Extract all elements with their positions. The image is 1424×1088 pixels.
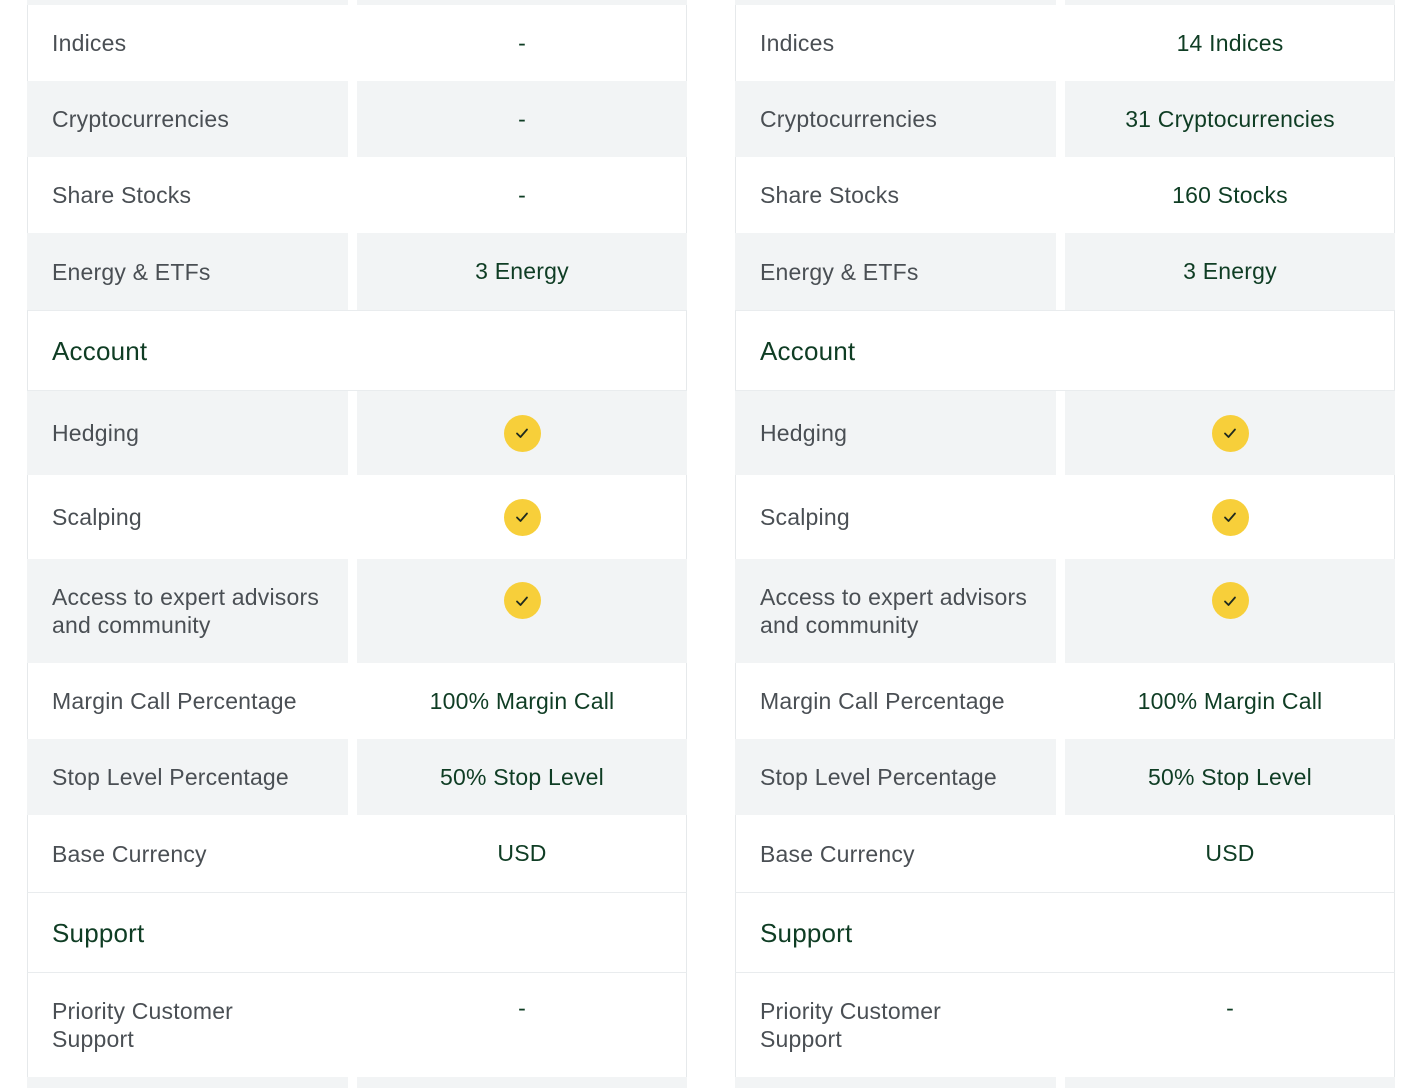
row-label: Access to expert advisors and community bbox=[735, 559, 1056, 663]
row-value bbox=[1065, 391, 1395, 475]
comparison-panel-left: Indices - Cryptocurrencies - Share Stock… bbox=[27, 0, 687, 1088]
row-share-stocks: Share Stocks - bbox=[27, 157, 687, 233]
section-header-support: Support bbox=[735, 892, 1395, 973]
row-value bbox=[1065, 1077, 1395, 1088]
row-cryptocurrencies: Cryptocurrencies 31 Cryptocurrencies bbox=[735, 81, 1395, 157]
row-label: Share Stocks bbox=[52, 182, 192, 208]
section-title: Account bbox=[760, 335, 856, 366]
comparison-panel-right: Indices 14 Indices Cryptocurrencies 31 C… bbox=[735, 0, 1395, 1088]
row-value: 160 Stocks bbox=[1172, 181, 1288, 208]
row-label bbox=[735, 1077, 1056, 1088]
row-value: 14 Indices bbox=[1176, 29, 1284, 56]
row-stop-level: Stop Level Percentage 50% Stop Level bbox=[27, 739, 687, 815]
row-value bbox=[357, 475, 687, 559]
row-label: Access to expert advisors and community bbox=[27, 559, 348, 663]
row-label: Stop Level Percentage bbox=[27, 739, 348, 815]
row-value: - bbox=[518, 29, 526, 56]
row-scalping: Scalping bbox=[27, 475, 687, 559]
row-hedging: Hedging bbox=[27, 391, 687, 475]
row-priority-support: Priority Customer Support - bbox=[735, 973, 1395, 1077]
row-value: 50% Stop Level bbox=[357, 739, 687, 815]
row-indices: Indices 14 Indices bbox=[735, 5, 1395, 81]
row-label: Indices bbox=[52, 30, 127, 56]
row-label: Energy & ETFs bbox=[27, 233, 348, 310]
row-value: USD bbox=[1205, 840, 1255, 866]
row-label bbox=[27, 1077, 348, 1088]
row-label: Priority Customer Support bbox=[52, 998, 234, 1052]
section-header-account: Account bbox=[27, 310, 687, 391]
row-scalping: Scalping bbox=[735, 475, 1395, 559]
row-label: Hedging bbox=[735, 391, 1056, 475]
row-label: Indices bbox=[760, 30, 835, 56]
row-value: - bbox=[518, 995, 526, 1021]
row-value: 100% Margin Call bbox=[429, 687, 615, 714]
row-value: 50% Stop Level bbox=[1065, 739, 1395, 815]
check-icon bbox=[1211, 498, 1249, 536]
row-label: Base Currency bbox=[52, 840, 207, 867]
row-value: - bbox=[518, 181, 526, 208]
row-margin-call: Margin Call Percentage 100% Margin Call bbox=[27, 663, 687, 739]
check-icon bbox=[1211, 582, 1249, 619]
section-header-support: Support bbox=[27, 892, 687, 973]
row-priority-support: Priority Customer Support - bbox=[27, 973, 687, 1077]
row-energy-etfs: Energy & ETFs 3 Energy bbox=[735, 233, 1395, 310]
check-icon bbox=[503, 498, 541, 536]
row-label: Margin Call Percentage bbox=[760, 688, 1005, 714]
row-share-stocks: Share Stocks 160 Stocks bbox=[735, 157, 1395, 233]
row-label: Energy & ETFs bbox=[735, 233, 1056, 310]
row-stop-level: Stop Level Percentage 50% Stop Level bbox=[735, 739, 1395, 815]
row-cryptocurrencies: Cryptocurrencies - bbox=[27, 81, 687, 157]
row-value bbox=[1065, 559, 1395, 663]
row-value: USD bbox=[497, 840, 547, 866]
row-base-currency: Base Currency USD bbox=[735, 815, 1395, 892]
row-label: Cryptocurrencies bbox=[27, 81, 348, 157]
row-hedging: Hedging bbox=[735, 391, 1395, 475]
row-label: Scalping bbox=[52, 504, 142, 530]
section-header-account: Account bbox=[735, 310, 1395, 391]
row-value bbox=[1065, 475, 1395, 559]
check-icon bbox=[503, 414, 541, 452]
row-value: - bbox=[1226, 995, 1234, 1021]
row-label: Base Currency bbox=[760, 840, 915, 867]
row-next-partial bbox=[735, 1077, 1395, 1088]
row-value bbox=[357, 559, 687, 663]
row-indices: Indices - bbox=[27, 5, 687, 81]
section-title: Support bbox=[52, 917, 145, 948]
row-label: Cryptocurrencies bbox=[735, 81, 1056, 157]
row-value bbox=[357, 1077, 687, 1088]
section-title: Account bbox=[52, 335, 148, 366]
row-label: Priority Customer Support bbox=[760, 998, 942, 1052]
row-expert-advisors: Access to expert advisors and community bbox=[735, 559, 1395, 663]
row-label: Share Stocks bbox=[760, 182, 900, 208]
check-icon bbox=[1211, 414, 1249, 452]
row-value: 100% Margin Call bbox=[1137, 687, 1323, 714]
row-expert-advisors: Access to expert advisors and community bbox=[27, 559, 687, 663]
row-value: 31 Cryptocurrencies bbox=[1065, 81, 1395, 157]
row-label: Scalping bbox=[760, 504, 850, 530]
row-label: Hedging bbox=[27, 391, 348, 475]
row-energy-etfs: Energy & ETFs 3 Energy bbox=[27, 233, 687, 310]
row-base-currency: Base Currency USD bbox=[27, 815, 687, 892]
row-label: Margin Call Percentage bbox=[52, 688, 297, 714]
row-value: 3 Energy bbox=[357, 233, 687, 310]
row-value: - bbox=[357, 81, 687, 157]
check-icon bbox=[503, 582, 541, 619]
row-next-partial bbox=[27, 1077, 687, 1088]
row-label: Stop Level Percentage bbox=[735, 739, 1056, 815]
section-title: Support bbox=[760, 917, 853, 948]
row-value bbox=[357, 391, 687, 475]
row-margin-call: Margin Call Percentage 100% Margin Call bbox=[735, 663, 1395, 739]
row-value: 3 Energy bbox=[1065, 233, 1395, 310]
